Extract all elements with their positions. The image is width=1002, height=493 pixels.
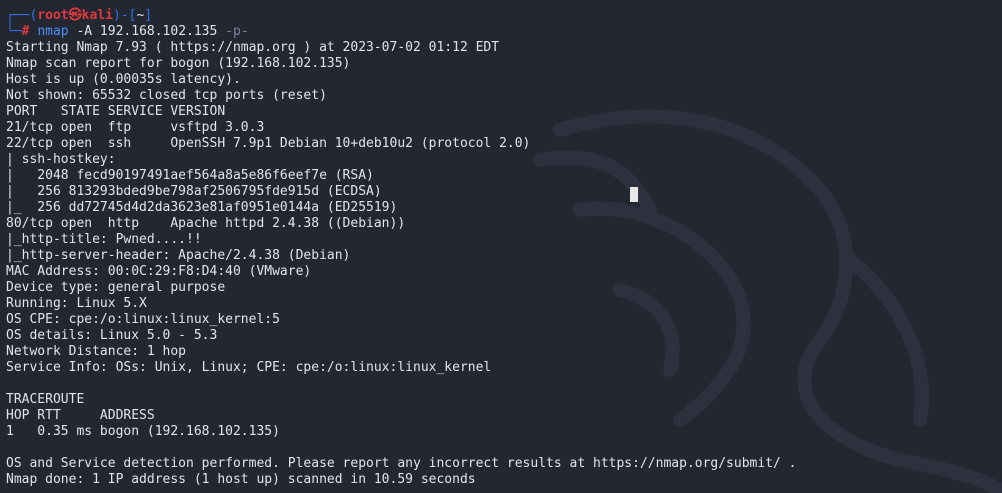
- output-line: | 256 813293bded9be798af2506795fde915d (…: [6, 184, 382, 199]
- output-line: Service Info: OSs: Unix, Linux; CPE: cpe…: [6, 360, 492, 375]
- output-line: 80/tcp open http Apache httpd 2.4.38 ((D…: [6, 216, 406, 231]
- prompt-user: root: [37, 8, 69, 23]
- output-line: Running: Linux 5.X: [6, 296, 147, 311]
- prompt-root-symbol: #: [21, 24, 30, 39]
- output-line: | ssh-hostkey:: [6, 152, 124, 167]
- output-line: Host is up (0.00035s latency).: [6, 72, 241, 87]
- command-program: nmap: [37, 24, 69, 39]
- output-line: Network Distance: 1 hop: [6, 344, 187, 359]
- output-line: Starting Nmap 7.93 ( https://nmap.org ) …: [6, 40, 500, 55]
- output-line: Nmap scan report for bogon (192.168.102.…: [6, 56, 351, 71]
- output-line: OS details: Linux 5.0 - 5.3: [6, 328, 218, 343]
- prompt-at-symbol: ㉿: [68, 8, 82, 23]
- prompt-frame-close: ]: [144, 8, 153, 23]
- prompt-arrow: └─: [6, 24, 22, 39]
- terminal-output[interactable]: ┌──(root㉿kali)-[~] └─# nmap -A 192.168.1…: [6, 8, 1002, 493]
- output-line: |_ 256 dd72745d4d2da3623e81af0951e0144a …: [6, 200, 398, 215]
- output-line: Device type: general purpose: [6, 280, 226, 295]
- output-line: 22/tcp open ssh OpenSSH 7.9p1 Debian 10+…: [6, 136, 531, 151]
- output-line: HOP RTT ADDRESS: [6, 408, 155, 423]
- output-line: TRACEROUTE: [6, 392, 85, 407]
- prompt-frame-open: ┌──(: [6, 8, 38, 23]
- command-output: Starting Nmap 7.93 ( https://nmap.org ) …: [6, 40, 1002, 488]
- output-line: Not shown: 65532 closed tcp ports (reset…: [6, 88, 327, 103]
- output-line: |_http-title: Pwned....!!: [6, 232, 202, 247]
- prompt-frame-mid: )-[: [112, 8, 137, 23]
- output-line: PORT STATE SERVICE VERSION: [6, 104, 226, 119]
- output-line: OS CPE: cpe:/o:linux:linux_kernel:5: [6, 312, 280, 327]
- output-line: 1 0.35 ms bogon (192.168.102.135): [6, 424, 280, 439]
- terminal-cursor: [630, 187, 638, 202]
- command-args: -A 192.168.102.135: [68, 24, 226, 39]
- command-line: └─# nmap -A 192.168.102.135 -p-: [6, 24, 1002, 40]
- command-flag: -p-: [225, 24, 249, 39]
- output-line: OS and Service detection performed. Plea…: [6, 456, 797, 471]
- output-line: |_http-server-header: Apache/2.4.38 (Deb…: [6, 248, 351, 263]
- output-line: Nmap done: 1 IP address (1 host up) scan…: [6, 472, 476, 487]
- output-line: 21/tcp open ftp vsftpd 3.0.3: [6, 120, 265, 135]
- output-line: | 2048 fecd90197491aef564a8a5e86f6eef7e …: [6, 168, 374, 183]
- output-line: MAC Address: 00:0C:29:F8:D4:40 (VMware): [6, 264, 312, 279]
- prompt-host: kali: [81, 8, 113, 23]
- prompt-line: ┌──(root㉿kali)-[~]: [6, 8, 1002, 24]
